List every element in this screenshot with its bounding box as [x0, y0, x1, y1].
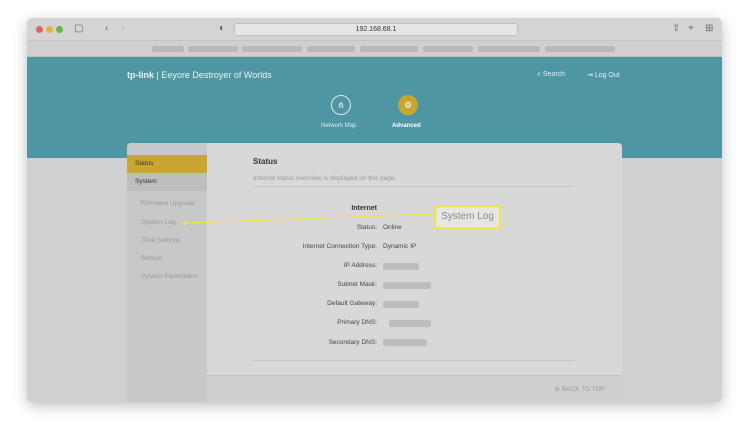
annotation-line [183, 213, 437, 225]
annotation-callout: System Log [434, 205, 501, 229]
annotation-dot [183, 221, 187, 225]
